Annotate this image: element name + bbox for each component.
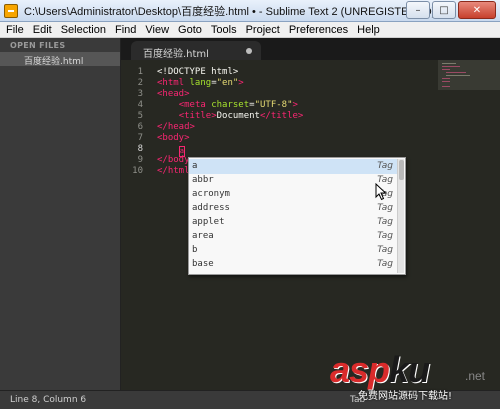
- autocomplete-item[interactable]: base Tag: [189, 257, 397, 272]
- menu-selection[interactable]: Selection: [61, 24, 106, 36]
- sidebar-header: OPEN FILES: [10, 41, 66, 50]
- window-title: C:\Users\Administrator\Desktop\百度经验.html…: [24, 5, 436, 18]
- watermark-text: aspku: [330, 349, 430, 390]
- tab-label: 百度经验.html: [143, 49, 209, 60]
- autocomplete-item[interactable]: b Tag: [189, 243, 397, 258]
- autocomplete-item[interactable]: area Tag: [189, 229, 397, 244]
- line-number: 1: [137, 67, 143, 77]
- menu-goto[interactable]: Goto: [178, 24, 202, 36]
- code-line-2: <html lang="en">: [157, 78, 244, 88]
- watermark-slogan: 免费网站源码下载站!: [358, 391, 453, 402]
- window-title-bar[interactable]: C:\Users\Administrator\Desktop\百度经验.html…: [0, 0, 500, 22]
- unsaved-dot-icon[interactable]: [246, 48, 252, 54]
- mouse-cursor-icon: [375, 183, 387, 201]
- sublime-text-icon: [4, 3, 18, 18]
- minimize-button[interactable]: –: [406, 1, 430, 19]
- watermark-logo: aspku .net 免费网站源码下载站!: [330, 350, 498, 406]
- sidebar: OPEN FILES 百度经验.html: [0, 38, 121, 390]
- menu-tools[interactable]: Tools: [211, 24, 237, 36]
- code-line-3: <head>: [157, 89, 190, 99]
- minimap-line: [442, 81, 450, 82]
- line-number: 10: [132, 166, 143, 176]
- code-line-7: <body>: [157, 133, 190, 143]
- autocomplete-popup: a Tag abbr Tag acronym Tag address Tag apple…: [188, 157, 406, 275]
- line-number: 7: [137, 133, 143, 143]
- autocomplete-item[interactable]: address Tag: [189, 201, 397, 216]
- line-number: 3: [137, 89, 143, 99]
- menu-bar: File Edit Selection Find View Goto Tools…: [0, 22, 500, 38]
- line-number: 4: [137, 100, 143, 110]
- cursor-position: Line 8, Column 6: [10, 395, 87, 405]
- minimap-line: [446, 72, 466, 73]
- close-button[interactable]: ✕: [458, 1, 496, 19]
- tab-bar: 百度经验.html: [121, 38, 500, 60]
- menu-find[interactable]: Find: [115, 24, 136, 36]
- menu-view[interactable]: View: [145, 24, 169, 36]
- autocomplete-item[interactable]: applet Tag: [189, 215, 397, 230]
- window-controls: – □ ✕: [406, 1, 496, 19]
- autocomplete-item[interactable]: abbr Tag: [189, 173, 397, 188]
- autocomplete-item[interactable]: acronym Tag: [189, 187, 397, 202]
- menu-preferences[interactable]: Preferences: [289, 24, 348, 36]
- line-gutter: 1 2 3 4 5 6 7 8 9 10: [121, 60, 151, 390]
- line-number: 2: [137, 78, 143, 88]
- minimap-line: [442, 69, 450, 70]
- line-number: 5: [137, 111, 143, 121]
- line-number-active: 8: [137, 144, 143, 154]
- maximize-button[interactable]: □: [432, 1, 456, 19]
- menu-file[interactable]: File: [6, 24, 24, 36]
- code-line-6: </head>: [157, 122, 195, 132]
- line-number: 9: [137, 155, 143, 165]
- minimap-line: [442, 66, 460, 67]
- menu-help[interactable]: Help: [357, 24, 380, 36]
- menu-edit[interactable]: Edit: [33, 24, 52, 36]
- minimap-line: [442, 86, 450, 87]
- minimap-line: [442, 63, 456, 64]
- menu-project[interactable]: Project: [246, 24, 280, 36]
- autocomplete-scrollbar[interactable]: [397, 159, 404, 273]
- code-line-1: <!DOCTYPE html>: [157, 67, 239, 77]
- minimap-line: [446, 75, 470, 76]
- minimap[interactable]: [438, 60, 500, 90]
- autocomplete-item[interactable]: a Tag: [189, 159, 397, 174]
- minimap-line: [442, 78, 450, 79]
- watermark-domain: .net: [465, 369, 486, 383]
- scrollbar-thumb[interactable]: [399, 160, 404, 180]
- line-number: 6: [137, 122, 143, 132]
- code-line-5: <title>Document</title>: [178, 111, 304, 121]
- code-line-4: <meta charset="UTF-8">: [178, 100, 298, 110]
- tab-file[interactable]: 百度经验.html: [131, 41, 261, 60]
- sidebar-open-file[interactable]: 百度经验.html: [0, 52, 120, 67]
